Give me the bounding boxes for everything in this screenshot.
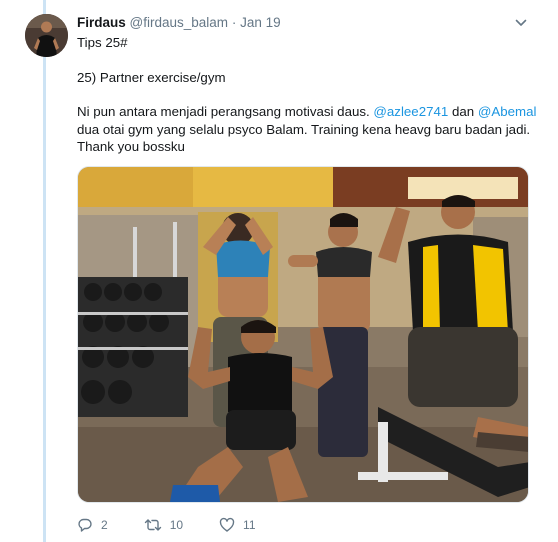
tweet-text-segment: Ni pun antara menjadi perangsang motivas… — [77, 104, 374, 119]
user-handle[interactable]: @firdaus_balam — [130, 15, 229, 30]
heart-icon — [219, 517, 235, 532]
reply-count: 2 — [101, 518, 108, 532]
tweet-actions: 2 10 11 — [77, 516, 292, 534]
tweet-line: dua otai gym yang selalu psyco Balam. Tr… — [77, 121, 531, 137]
mention-link[interactable]: @Abemal — [478, 104, 537, 119]
timestamp[interactable]: Jan 19 — [240, 15, 281, 30]
tweet-line: Ni pun antara menjadi perangsang motivas… — [77, 103, 537, 121]
retweet-icon — [144, 519, 161, 531]
display-name[interactable]: Firdaus — [77, 15, 126, 30]
separator-dot: · — [231, 15, 237, 30]
avatar[interactable] — [25, 14, 68, 57]
tweet-text-segment: dan — [448, 104, 478, 119]
tweet-line: Thank you bossku — [77, 139, 185, 154]
tweet[interactable]: Firdaus @firdaus_balam · Jan 19 Tips 25#… — [0, 0, 558, 542]
chevron-down-icon[interactable] — [514, 16, 528, 30]
like-count: 11 — [243, 518, 256, 532]
reply-icon — [78, 518, 92, 532]
tweet-line: 25) Partner exercise/gym — [77, 69, 226, 85]
tweet-photo[interactable] — [77, 166, 529, 503]
tweet-text: Tips 25# 25) Partner exercise/gym Ni pun… — [77, 34, 537, 156]
retweet-button[interactable]: 10 — [144, 517, 183, 533]
mention-link[interactable]: @azlee2741 — [373, 104, 448, 119]
reply-button[interactable]: 2 — [77, 517, 108, 533]
tweet-header: Firdaus @firdaus_balam · Jan 19 — [77, 15, 281, 31]
tweet-line: Tips 25# — [77, 35, 128, 50]
retweet-count: 10 — [169, 518, 184, 532]
like-button[interactable]: 11 — [219, 517, 256, 533]
